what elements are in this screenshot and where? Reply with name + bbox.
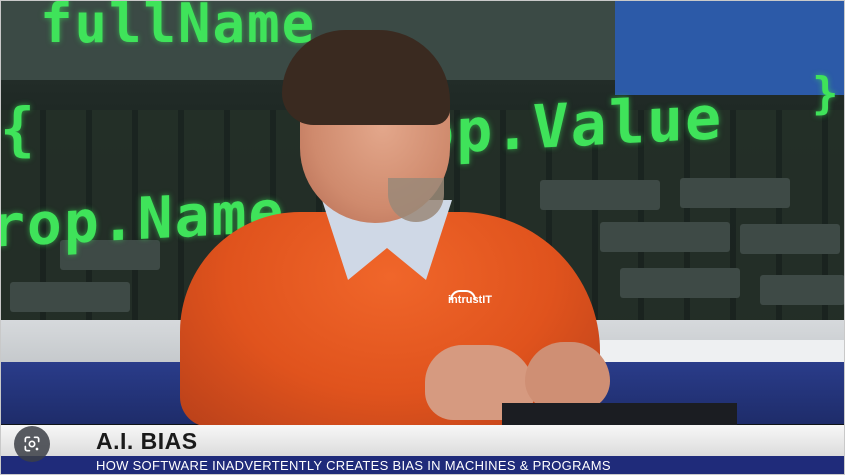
google-lens-button[interactable]	[14, 426, 50, 462]
code-brace-open: {	[0, 95, 37, 163]
video-frame: fullName rop.Value rop.Name { } intrustI…	[0, 0, 845, 475]
code-brace-close: }	[812, 68, 841, 119]
google-lens-icon	[24, 436, 40, 452]
lower-third-title: A.I. BIAS	[96, 428, 198, 454]
code-text-fullname: fullName	[40, 0, 317, 55]
shirt-logo-text: intrustIT	[448, 294, 492, 306]
person-hand-right	[525, 342, 610, 410]
lower-third-subtitle: HOW SOFTWARE INADVERTENTLY CREATES BIAS …	[96, 458, 611, 473]
monitor-blue-panel	[615, 0, 845, 95]
laptop	[502, 403, 737, 425]
